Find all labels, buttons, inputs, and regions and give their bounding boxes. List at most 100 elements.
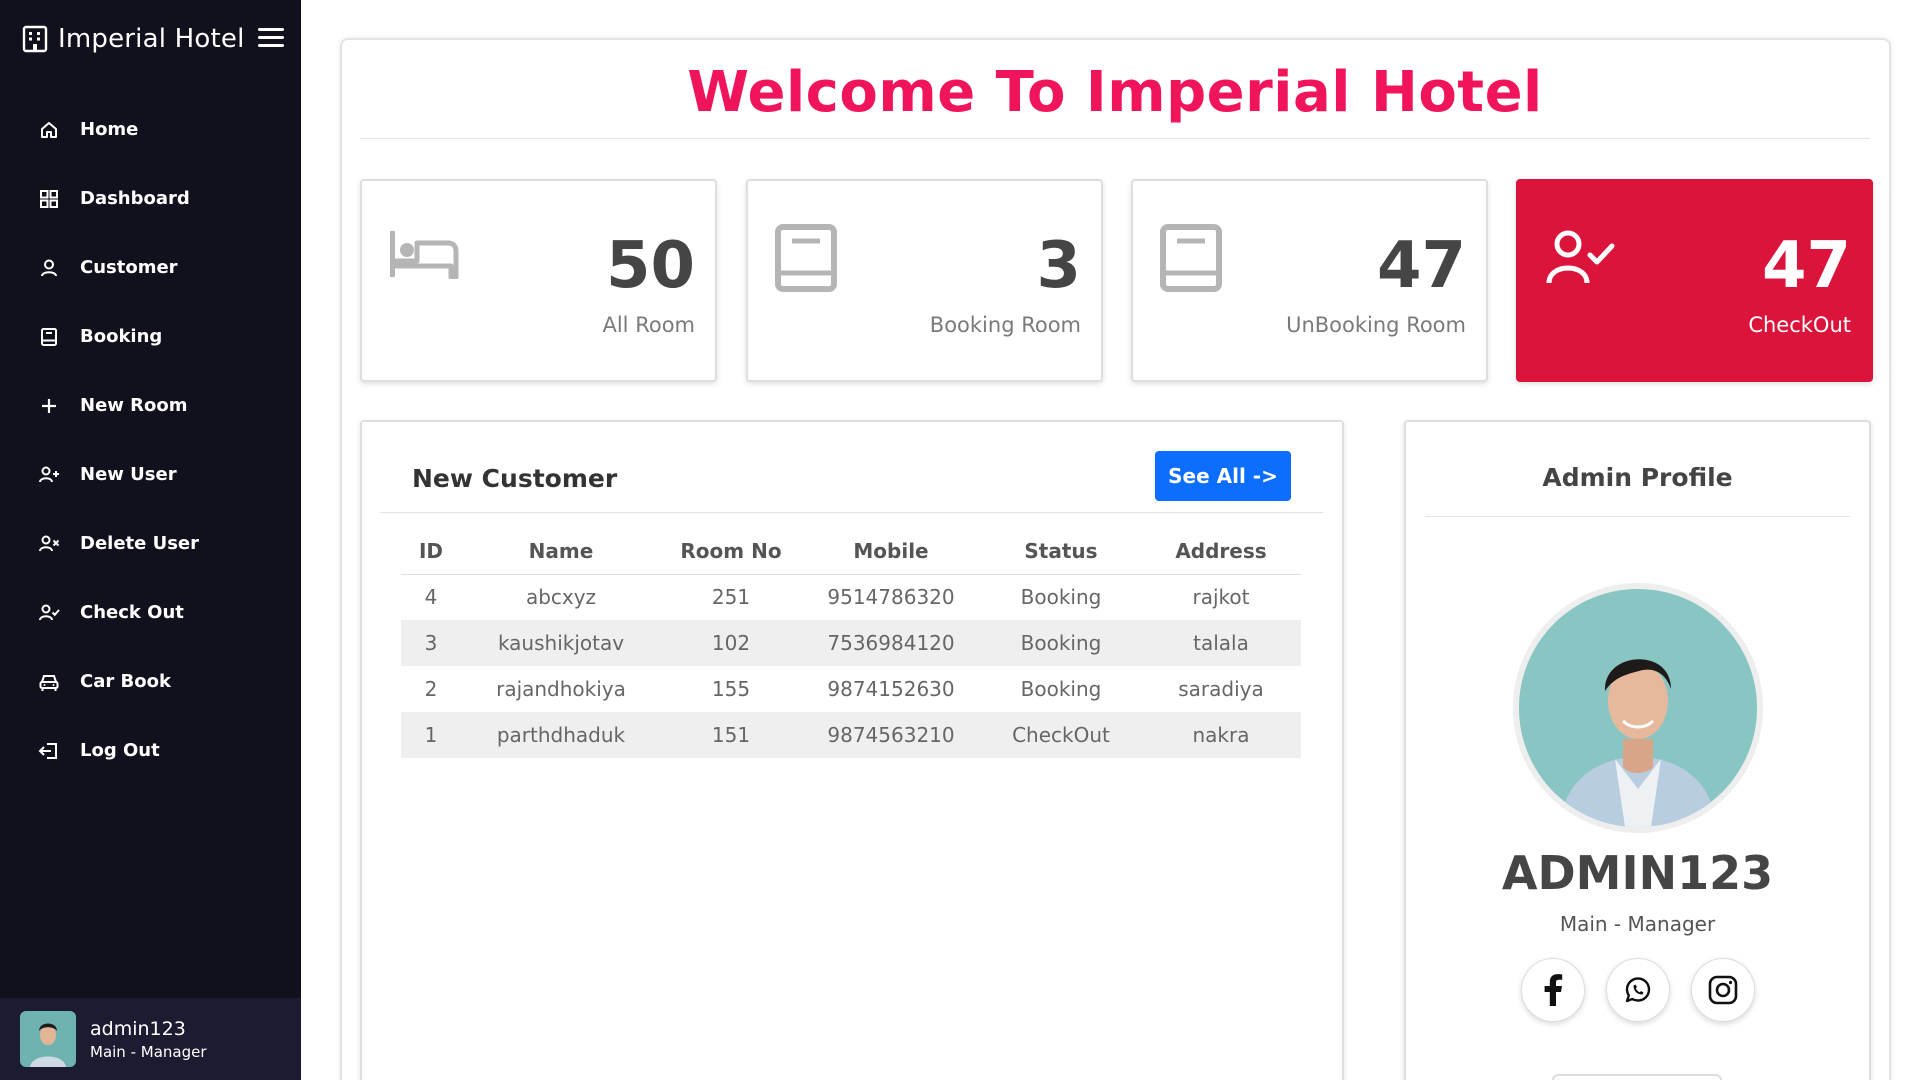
stat-label: CheckOut: [1748, 313, 1851, 337]
sidebar-item-booking[interactable]: Booking: [0, 302, 301, 371]
book-icon: [38, 326, 60, 348]
column-header: Status: [981, 528, 1141, 575]
user-check-icon: [1546, 230, 1615, 284]
stat-value: 47: [1376, 229, 1466, 303]
table-row[interactable]: 4 abcxyz 251 9514786320 Booking rajkot: [401, 574, 1301, 620]
cell-status: Booking: [1020, 585, 1102, 610]
cell-mobile: 9874152630: [827, 677, 955, 701]
cell-status: Booking: [1020, 677, 1102, 701]
sidebar-item-label: Dashboard: [80, 188, 190, 209]
cell-address: saradiya: [1178, 677, 1264, 701]
sidebar-item-delete-user[interactable]: Delete User: [0, 509, 301, 578]
divider: [380, 512, 1323, 513]
divider: [1425, 516, 1850, 517]
plus-icon: [38, 395, 60, 417]
divider: [360, 138, 1870, 139]
grid-icon: [38, 188, 60, 210]
avatar: [20, 1011, 76, 1067]
cell-mobile: 9874563210: [801, 712, 981, 758]
cell-name: rajandhokiya: [496, 677, 626, 701]
table-row[interactable]: 1 parthdhaduk 151 9874563210 CheckOut na…: [401, 712, 1301, 758]
sidebar-item-car-book[interactable]: Car Book: [0, 647, 301, 716]
brand-title: Imperial Hotel: [58, 24, 245, 54]
cell-address: talala: [1141, 620, 1301, 666]
brand: Imperial Hotel: [0, 0, 301, 78]
sidebar-profile[interactable]: admin123 Main - Manager: [0, 998, 301, 1080]
logout-icon: [38, 740, 60, 762]
sidebar-item-label: Car Book: [80, 671, 171, 692]
column-header: ID: [401, 528, 461, 575]
sidebar-item-new-room[interactable]: New Room: [0, 371, 301, 440]
book-icon: [1160, 224, 1222, 292]
cell-status: CheckOut: [981, 712, 1141, 758]
cell-name: kaushikjotav: [461, 620, 661, 666]
bed-icon: [390, 231, 459, 279]
sidebar-item-dashboard[interactable]: Dashboard: [0, 164, 301, 233]
hamburger-menu-icon[interactable]: [258, 28, 284, 50]
sidebar-item-new-user[interactable]: New User: [0, 440, 301, 509]
stat-label: Booking Room: [929, 313, 1081, 337]
cell-address: nakra: [1141, 712, 1301, 758]
sidebar-nav: Home Dashboard Customer Booking New Room: [0, 95, 301, 785]
cell-id: 2: [424, 677, 438, 701]
instagram-button[interactable]: [1691, 958, 1755, 1022]
profile-username: admin123: [90, 1017, 186, 1040]
stat-card-unbooking-room[interactable]: 47 UnBooking Room: [1131, 179, 1488, 382]
cell-room: 251: [711, 585, 751, 610]
profile-role: Main - Manager: [90, 1042, 207, 1061]
cell-id: 3: [401, 620, 461, 666]
cell-id: 4: [424, 585, 438, 610]
admin-avatar: [1513, 583, 1763, 833]
cell-id: 1: [401, 712, 461, 758]
table-header-row: ID Name Room No Mobile Status Address: [401, 528, 1301, 575]
cell-status: Booking: [981, 620, 1141, 666]
user-add-icon: [38, 464, 60, 486]
stat-card-booking-room[interactable]: 3 Booking Room: [746, 179, 1103, 382]
panel-title: New Customer: [412, 464, 618, 493]
stat-label: All Room: [602, 313, 695, 337]
stat-label: UnBooking Room: [1286, 313, 1466, 337]
column-header: Address: [1141, 528, 1301, 575]
cell-room: 155: [711, 677, 751, 701]
facebook-button[interactable]: [1521, 958, 1585, 1022]
cell-name: abcxyz: [525, 585, 597, 610]
customer-table: ID Name Room No Mobile Status Address 4 …: [401, 528, 1301, 758]
building-icon: [22, 25, 48, 53]
user-icon: [38, 257, 60, 279]
sidebar-item-customer[interactable]: Customer: [0, 233, 301, 302]
user-check-icon: [38, 602, 60, 624]
table-row[interactable]: 3 kaushikjotav 102 7536984120 Booking ta…: [401, 620, 1301, 666]
stat-card-all-room[interactable]: 50 All Room: [360, 179, 717, 382]
cell-mobile: 7536984120: [801, 620, 981, 666]
sidebar-item-label: Delete User: [80, 533, 200, 554]
profile-action-button[interactable]: [1552, 1074, 1722, 1080]
car-icon: [38, 671, 60, 693]
admin-name: ADMIN123: [1501, 846, 1774, 900]
sidebar-item-log-out[interactable]: Log Out: [0, 716, 301, 785]
panel-title: Admin Profile: [1542, 463, 1733, 492]
welcome-title: Welcome To Imperial Hotel: [687, 60, 1543, 125]
cell-room: 102: [661, 620, 801, 666]
column-header: Name: [461, 528, 661, 575]
user-x-icon: [38, 533, 60, 555]
see-all-button[interactable]: See All ->: [1155, 451, 1291, 501]
stat-value: 3: [1036, 229, 1081, 303]
home-icon: [38, 119, 60, 141]
stat-card-checkout[interactable]: 47 CheckOut: [1516, 179, 1873, 382]
stat-value: 47: [1761, 229, 1851, 303]
sidebar-item-home[interactable]: Home: [0, 95, 301, 164]
whatsapp-icon: [1625, 977, 1651, 1003]
sidebar-item-label: Customer: [80, 257, 178, 278]
sidebar-item-label: New User: [80, 464, 177, 485]
table-row[interactable]: 2 rajandhokiya 155 9874152630 Booking sa…: [401, 666, 1301, 712]
instagram-icon: [1708, 975, 1738, 1005]
cell-address: rajkot: [1192, 585, 1250, 610]
sidebar-item-label: Home: [80, 119, 139, 140]
sidebar-item-label: Log Out: [80, 740, 160, 761]
sidebar-item-label: Check Out: [80, 602, 184, 623]
sidebar-item-check-out[interactable]: Check Out: [0, 578, 301, 647]
whatsapp-button[interactable]: [1606, 958, 1670, 1022]
stat-value: 50: [605, 229, 695, 303]
sidebar-item-label: New Room: [80, 395, 188, 416]
cell-name: parthdhaduk: [461, 712, 661, 758]
